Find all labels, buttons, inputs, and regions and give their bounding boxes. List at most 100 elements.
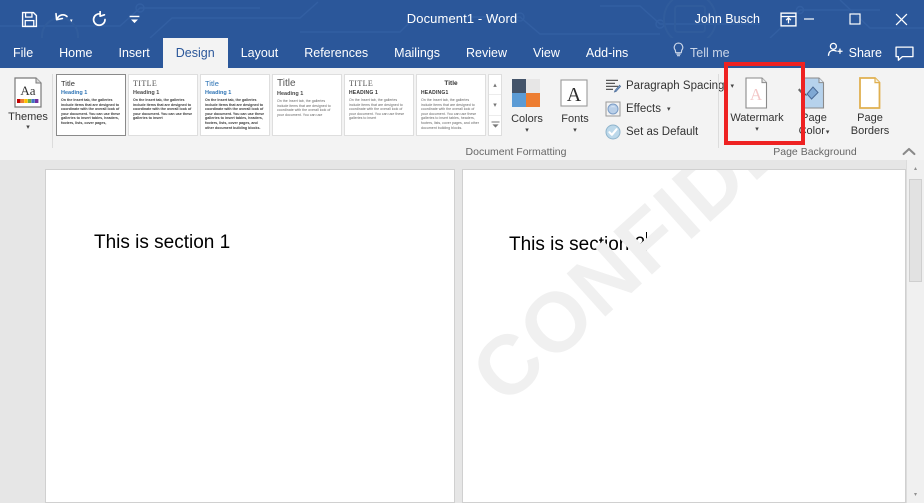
undo-icon[interactable] (53, 8, 75, 30)
themes-caret-icon: ▾ (26, 124, 30, 131)
thumb-heading: Heading 1 (61, 90, 88, 96)
style-thumbnail[interactable]: Title Heading 1 On the Insert tab, the g… (56, 74, 126, 136)
thumb-heading: HEADING1 (421, 90, 449, 96)
page-borders-label-line1: Page (857, 112, 883, 124)
minimize-icon[interactable] (786, 0, 832, 38)
tab-layout[interactable]: Layout (228, 38, 292, 68)
document-page-1[interactable]: This is section 1 (45, 169, 455, 503)
style-thumbnail[interactable]: Title Heading 1 On the Insert tab, the g… (200, 74, 270, 136)
page-borders-label: Page Borders (851, 112, 890, 138)
page-2-body-text[interactable]: This is section 2 (509, 232, 648, 256)
colors-icon (511, 78, 543, 110)
tab-insert[interactable]: Insert (106, 38, 163, 68)
thumb-title: TITLE (133, 79, 158, 88)
scroll-down-icon[interactable]: ▾ (907, 486, 924, 503)
watermark-button[interactable]: A Watermark ▾ (728, 74, 786, 134)
thumb-body: On the Insert tab, the galleries include… (205, 98, 265, 130)
page-borders-label-line2: Borders (850, 125, 890, 137)
redo-icon[interactable] (88, 8, 110, 30)
themes-label: Themes (8, 111, 48, 123)
tab-design[interactable]: Design (162, 38, 228, 68)
confidential-watermark: CONFIDENTIAL (463, 170, 905, 422)
collapse-ribbon-icon[interactable] (900, 143, 918, 159)
scroll-up-icon[interactable]: ▴ (907, 160, 924, 177)
style-set-gallery[interactable]: Title Heading 1 On the Insert tab, the g… (56, 74, 486, 136)
thumb-body: On the Insert tab, the galleries include… (421, 98, 479, 130)
thumb-heading: Heading 1 (277, 91, 304, 97)
tab-home[interactable]: Home (46, 38, 105, 68)
thumb-heading: Heading 1 (133, 90, 160, 96)
style-thumbnail[interactable]: TITLE HEADING 1 On the Insert tab, the g… (344, 74, 414, 136)
tab-view[interactable]: View (520, 38, 573, 68)
tell-me-label: Tell me (690, 46, 730, 60)
share-button[interactable]: Share (827, 38, 882, 68)
thumb-heading: Heading 1 (205, 90, 232, 96)
ribbon-group-page-background: A Watermark ▾ Page Color▾ Page Borders P… (720, 68, 910, 160)
fonts-button[interactable]: A Fonts ▾ (552, 74, 598, 140)
effects-icon (605, 101, 621, 117)
page-color-label-line1: Page (801, 112, 827, 124)
document-page-2[interactable]: This is section 2 CONFIDENTIAL (462, 169, 906, 503)
themes-button[interactable]: Aa Themes ▾ (4, 74, 52, 140)
paragraph-spacing-button[interactable]: Paragraph Spacing ▾ (602, 75, 737, 96)
ribbon-group-formatting-commands: Colors ▾ A Fonts ▾ Paragraph Spacing ▾ E… (466, 68, 734, 160)
tab-file[interactable]: File (0, 38, 46, 68)
tell-me-box[interactable]: Tell me (672, 38, 730, 68)
page-color-label: Page Color▾ (799, 112, 830, 139)
colors-caret-icon: ▾ (525, 127, 529, 134)
page-1-body-text[interactable]: This is section 1 (94, 232, 230, 254)
tab-references[interactable]: References (291, 38, 381, 68)
effects-button[interactable]: Effects ▾ (602, 98, 673, 119)
thumb-title: Title (205, 79, 219, 88)
vertical-scrollbar[interactable]: ▴ ▾ (906, 160, 924, 503)
save-icon[interactable] (18, 8, 40, 30)
scrollbar-thumb[interactable] (909, 179, 922, 282)
svg-text:Aa: Aa (20, 83, 35, 98)
group-separator (52, 74, 53, 148)
page-color-icon (798, 76, 830, 112)
paragraph-spacing-label: Paragraph Spacing (626, 79, 725, 92)
close-icon[interactable] (878, 0, 924, 38)
comments-icon[interactable] (892, 44, 916, 63)
share-label: Share (848, 46, 882, 60)
document-canvas[interactable]: This is section 1 This is section 2 CONF… (0, 160, 924, 503)
customize-quick-access-icon[interactable] (123, 8, 145, 30)
page-color-button[interactable]: Page Color▾ (785, 74, 843, 139)
tab-mailings[interactable]: Mailings (381, 38, 453, 68)
svg-text:A: A (750, 85, 763, 104)
user-name[interactable]: John Busch (695, 0, 760, 38)
effects-caret-icon: ▾ (666, 105, 671, 113)
window-controls (786, 0, 924, 38)
thumb-body: On the Insert tab, the galleries include… (133, 98, 193, 121)
colors-label: Colors (511, 113, 543, 125)
thumb-body: On the Insert tab, the galleries include… (61, 98, 121, 125)
thumb-body: On the Insert tab, the galleries include… (349, 98, 405, 121)
thumb-title: Title (277, 78, 296, 89)
tab-add-ins[interactable]: Add-ins (573, 38, 641, 68)
set-as-default-button[interactable]: Set as Default (602, 121, 701, 142)
maximize-icon[interactable] (832, 0, 878, 38)
page-borders-button[interactable]: Page Borders (841, 74, 899, 138)
style-thumbnail[interactable]: Title HEADING1 On the Insert tab, the ga… (416, 74, 486, 136)
page-borders-icon (854, 76, 886, 112)
paragraph-spacing-icon (605, 78, 621, 94)
thumb-heading: HEADING 1 (349, 90, 379, 96)
watermark-label: Watermark (730, 112, 784, 124)
colors-button[interactable]: Colors ▾ (504, 74, 550, 140)
watermark-icon: A (741, 76, 773, 112)
fonts-caret-icon: ▾ (573, 127, 577, 134)
lightbulb-icon (672, 38, 685, 68)
style-thumbnail[interactable]: Title Heading 1 On the Insert tab, the g… (272, 74, 342, 136)
text-cursor (646, 232, 648, 254)
quick-access-toolbar (18, 7, 145, 31)
share-person-icon (827, 38, 844, 68)
style-thumbnail[interactable]: TITLE Heading 1 On the Insert tab, the g… (128, 74, 198, 136)
title-bar: Document1 - Word John Busch (0, 0, 924, 38)
themes-icon: Aa (12, 76, 45, 109)
tab-review[interactable]: Review (453, 38, 520, 68)
thumb-title: Title (61, 79, 75, 88)
svg-text:A: A (567, 84, 582, 106)
ribbon: Aa Themes ▾ Title Heading 1 On the Inser… (0, 68, 924, 161)
effects-label: Effects (626, 102, 661, 115)
thumb-title: Title (444, 80, 458, 87)
